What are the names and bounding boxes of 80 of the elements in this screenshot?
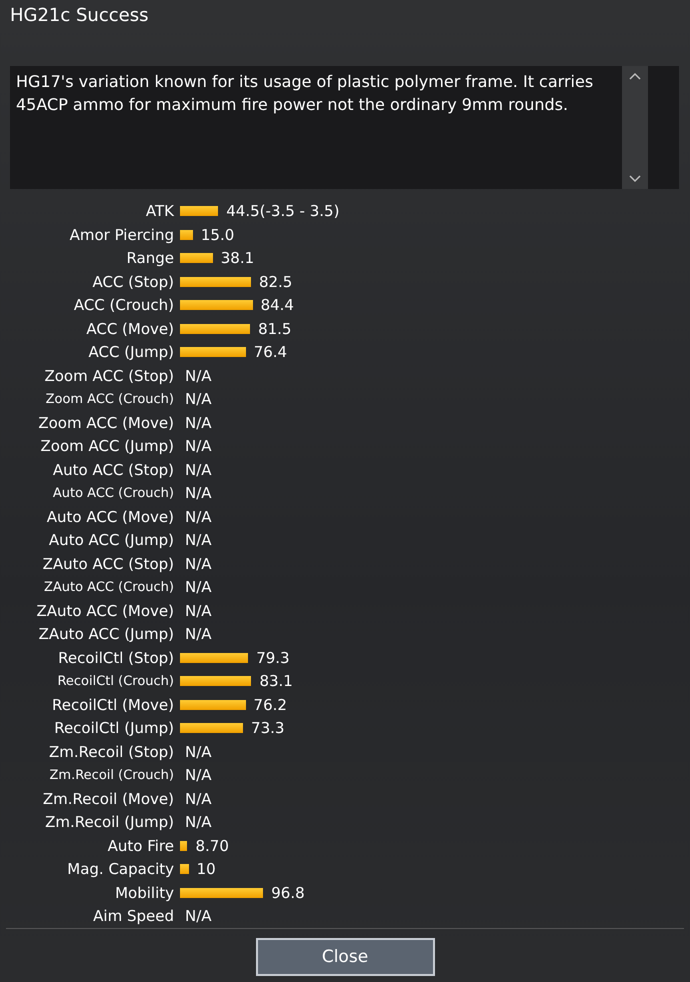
stat-bar (180, 723, 244, 734)
scroll-down-icon[interactable] (629, 174, 641, 182)
stat-label: Auto ACC (Move) (46, 508, 174, 526)
stat-bar (180, 700, 246, 710)
stat-label: ZAuto ACC (Crouch) (42, 580, 174, 595)
stat-label: Zm.Recoil (Crouch) (48, 768, 174, 783)
stat-label: Zoom ACC (Crouch) (44, 392, 174, 407)
stat-label: Aim Speed (92, 907, 174, 926)
stat-value: N/A (185, 531, 212, 550)
stat-label: ZAuto ACC (Stop) (42, 554, 174, 573)
stat-label: ACC (Stop) (91, 272, 174, 291)
stat-bar (180, 230, 193, 240)
stat-value: N/A (185, 437, 212, 456)
stat-label: ZAuto ACC (Jump) (38, 625, 174, 644)
stat-value: 79.3 (256, 648, 290, 667)
stat-bar (180, 864, 189, 874)
stat-value: N/A (185, 554, 212, 573)
stat-bar (180, 206, 218, 216)
stat-value: 44.5(-3.5 - 3.5) (226, 202, 340, 220)
stat-bar (180, 276, 251, 287)
stat-value: N/A (185, 508, 212, 526)
stat-value: N/A (185, 790, 212, 808)
stat-label: ATK (144, 202, 174, 220)
stat-label: RecoilCtl (Crouch) (56, 674, 174, 689)
stat-value: N/A (185, 390, 212, 408)
stat-bar (180, 676, 252, 686)
stat-bar (180, 347, 246, 358)
stat-value: 83.1 (259, 672, 293, 690)
stat-value: N/A (185, 907, 212, 926)
stat-value: 81.5 (258, 320, 292, 338)
stat-value: N/A (185, 460, 212, 479)
stat-label: Auto Fire (106, 836, 174, 855)
stat-label: Zm.Recoil (Stop) (48, 742, 174, 761)
stat-value: 15.0 (200, 226, 234, 244)
stat-label: Range (125, 249, 174, 268)
stat-label: Mobility (114, 884, 174, 902)
stat-value: N/A (185, 742, 212, 761)
stat-bar (180, 324, 250, 334)
stat-value: 38.1 (220, 249, 254, 268)
stat-label: Mag. Capacity (66, 860, 174, 878)
stat-label: RecoilCtl (Stop) (57, 648, 174, 667)
stat-value: 10 (196, 860, 216, 878)
stat-value: 73.3 (251, 719, 284, 738)
stat-value: N/A (185, 602, 212, 620)
stat-value: N/A (185, 766, 212, 784)
scroll-up-icon[interactable] (629, 72, 641, 80)
description-text: HG17's variation known for its usage of plastic polymer frame. It carries 45ACP ammo for maximum fire power not the ordinary 9mm rounds. (15, 70, 594, 116)
window-title: HG21c Success (9, 4, 150, 28)
stat-label: ACC (Move) (85, 320, 174, 338)
stat-label: RecoilCtl (Jump) (53, 719, 174, 738)
stat-value: N/A (185, 813, 212, 832)
close-button[interactable]: Close (256, 938, 434, 976)
stat-label: Zm.Recoil (Jump) (44, 813, 174, 832)
stat-label: ZAuto ACC (Move) (35, 602, 174, 620)
stat-value: N/A (185, 484, 212, 502)
stat-bar (180, 652, 248, 663)
stat-label: Auto ACC (Jump) (48, 531, 174, 550)
stat-label: Zoom ACC (Jump) (40, 437, 174, 456)
stat-value: 76.4 (254, 343, 288, 362)
stat-value: 76.2 (254, 696, 287, 714)
stat-value: 84.4 (260, 296, 294, 314)
stat-label: Auto ACC (Crouch) (52, 486, 174, 501)
stat-value: N/A (185, 366, 212, 385)
stat-label: Auto ACC (Stop) (52, 460, 174, 479)
scrollbar[interactable] (622, 66, 648, 188)
stat-label: Zoom ACC (Stop) (43, 366, 174, 385)
stat-value: 8.70 (195, 836, 229, 855)
stat-value: N/A (185, 625, 212, 644)
stat-label: Amor Piercing (68, 226, 174, 244)
stat-label: ACC (Jump) (88, 343, 174, 362)
stat-label: Zoom ACC (Move) (37, 414, 174, 432)
stat-value: 82.5 (258, 272, 292, 291)
stat-label: ACC (Crouch) (72, 296, 174, 314)
stat-value: 96.8 (271, 884, 305, 902)
stat-value: N/A (185, 578, 212, 596)
stat-bar (180, 840, 188, 851)
stat-label: Zm.Recoil (Move) (42, 790, 174, 808)
stat-bar (180, 253, 213, 264)
stat-value: N/A (185, 414, 212, 432)
stat-label: RecoilCtl (Move) (51, 696, 174, 714)
